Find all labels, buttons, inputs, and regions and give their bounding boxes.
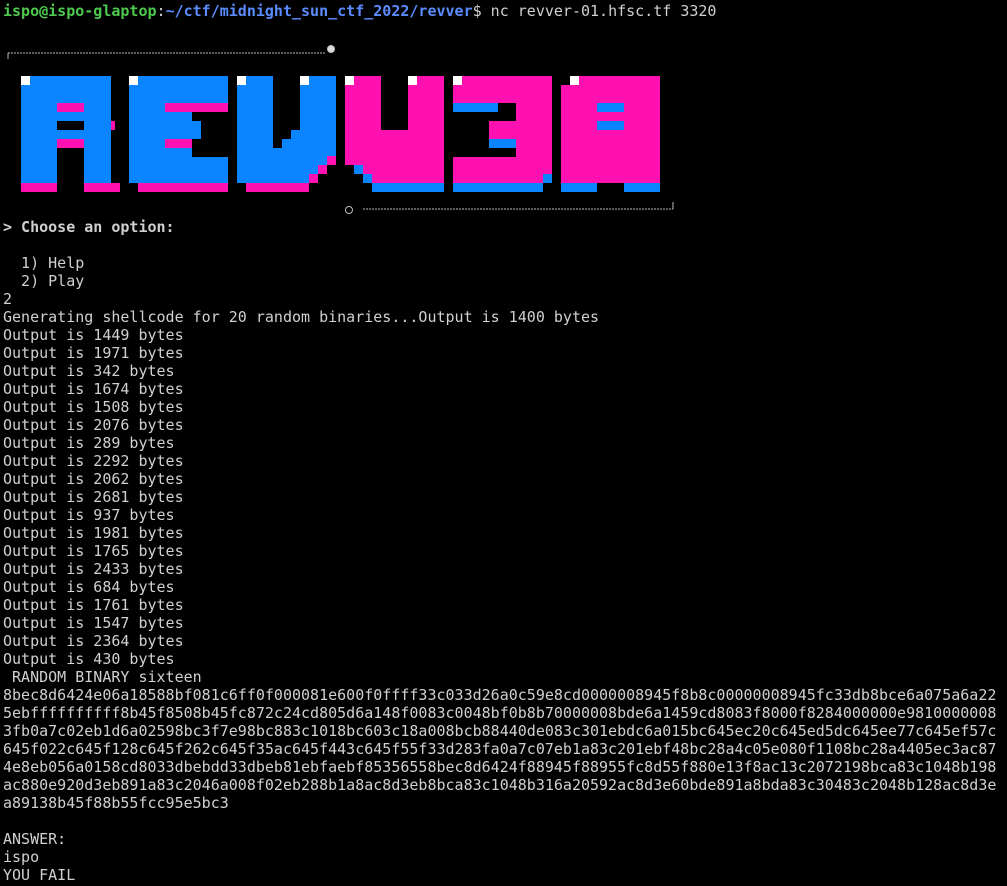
logo-letter-v-blue xyxy=(237,76,336,192)
output-line: Output is 1449 bytes xyxy=(3,326,184,344)
shellcode-hex-dump[interactable]: 8bec8d6424e06a18588bf081c6ff0f000081e600… xyxy=(3,686,1001,812)
menu-option-help: 1) Help xyxy=(3,254,85,272)
output-line: Output is 684 bytes xyxy=(3,578,175,596)
logo-letter-v-pink xyxy=(345,76,444,192)
output-line: Output is 430 bytes xyxy=(3,650,175,668)
menu-option-play: 2) Play xyxy=(3,272,85,290)
prompt-command: nc revver-01.hfsc.tf 3320 xyxy=(490,2,717,20)
output-line: Output is 1547 bytes xyxy=(3,614,184,632)
output-line: Output is 2364 bytes xyxy=(3,632,184,650)
output-line: Output is 2062 bytes xyxy=(3,470,184,488)
logo-letter-e xyxy=(129,76,228,192)
output-line: Output is 1674 bytes xyxy=(3,380,184,398)
revver-logo-banner xyxy=(3,20,1005,218)
logo-letter-r-mirrored xyxy=(561,76,660,192)
output-line: Output is 289 bytes xyxy=(3,434,175,452)
prompt-symbol: $ xyxy=(472,2,491,20)
logo-letter-3 xyxy=(453,76,552,192)
revver-logo-art xyxy=(7,45,674,214)
user-choice: 2 xyxy=(3,290,13,308)
terminal-window[interactable]: ispo@ispo-glaptop:~/ctf/midnight_sun_ctf… xyxy=(3,2,1005,884)
prompt-separator: : xyxy=(156,2,166,20)
answer-input-echo[interactable]: ispo xyxy=(3,848,1005,866)
output-line: Output is 1761 bytes xyxy=(3,596,184,614)
result-message: YOU FAIL xyxy=(3,866,76,884)
output-line: Output is 2681 bytes xyxy=(3,488,184,506)
output-line: Output is 1508 bytes xyxy=(3,398,184,416)
random-binary-label: RANDOM BINARY sixteen xyxy=(3,668,202,686)
logo-letter-r xyxy=(21,76,120,192)
output-line: Output is 937 bytes xyxy=(3,506,175,524)
output-line: Output is 1971 bytes xyxy=(3,344,184,362)
output-line: Output is 2433 bytes xyxy=(3,560,184,578)
prompt-path: ~/ctf/midnight_sun_ctf_2022/revver xyxy=(165,2,473,20)
output-line: Output is 1981 bytes xyxy=(3,524,184,542)
prompt-user-host: ispo@ispo-glaptop xyxy=(3,2,157,20)
shell-prompt-line: ispo@ispo-glaptop:~/ctf/midnight_sun_ctf… xyxy=(3,2,1005,20)
output-line: Output is 1765 bytes xyxy=(3,542,184,560)
output-line: Output is 2292 bytes xyxy=(3,452,184,470)
output-line: Output is 2076 bytes xyxy=(3,416,184,434)
menu-heading: > Choose an option: xyxy=(3,218,175,236)
generating-status: Generating shellcode for 20 random binar… xyxy=(3,308,600,326)
output-line: Output is 342 bytes xyxy=(3,362,175,380)
answer-label: ANSWER: xyxy=(3,830,67,848)
